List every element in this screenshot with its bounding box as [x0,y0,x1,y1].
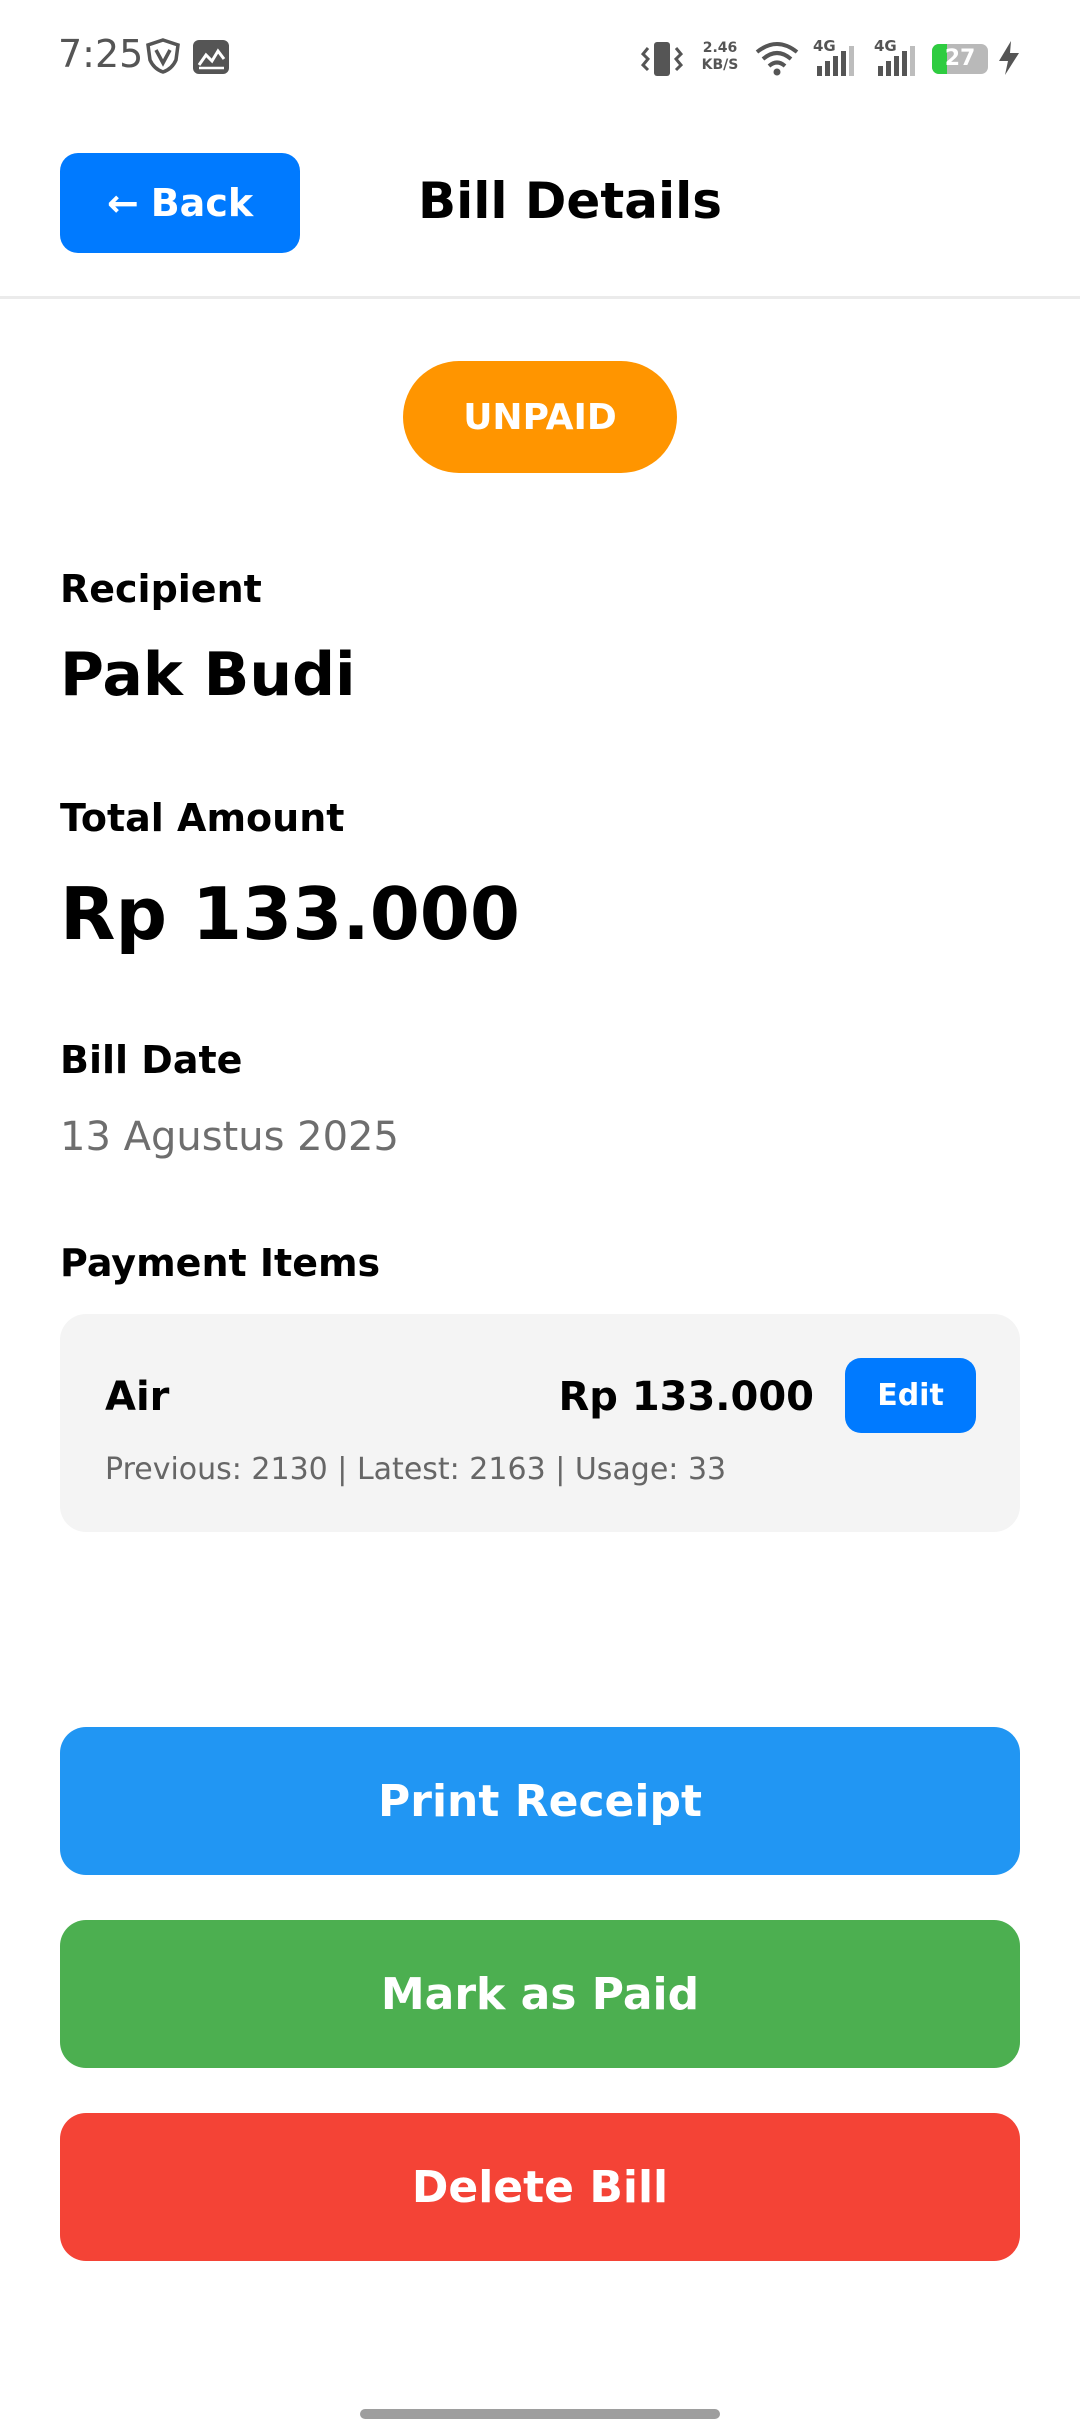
delete-bill-button[interactable]: Delete Bill [60,2113,1020,2261]
page-title: Bill Details [417,172,723,230]
signal-icon: 4G [874,38,915,76]
status-time: 7:25 [58,32,144,76]
status-bar: 7:25 2.46 KB/S 4G 4G 27 [0,0,1080,120]
payment-item-card: Air Rp 133.000 Edit Previous: 2130 | Lat… [60,1314,1020,1532]
total-amount-label: Total Amount [60,796,345,840]
header: ← Back Bill Details [0,120,1080,299]
recipient-name: Pak Budi [60,640,356,710]
signal-2-label: 4G [874,38,897,55]
home-indicator[interactable] [360,2409,720,2419]
vpn-shield-icon [146,38,180,74]
charging-icon [999,41,1019,75]
bill-date-value: 13 Agustus 2025 [60,1114,399,1160]
edit-item-button[interactable]: Edit [845,1358,976,1433]
vibrate-icon [640,42,684,76]
battery-level: 27 [944,46,976,71]
recipient-label: Recipient [60,567,262,611]
network-speed-unit: KB/S [701,57,739,73]
status-badge: UNPAID [403,361,677,473]
battery-icon: 27 [932,44,988,74]
payment-item-details: Previous: 2130 | Latest: 2163 | Usage: 3… [105,1452,727,1487]
signal-icon: 4G [813,38,854,76]
wifi-icon [755,42,799,76]
payment-item-amount: Rp 133.000 [558,1374,814,1420]
payment-items-label: Payment Items [60,1241,381,1285]
bill-date-label: Bill Date [60,1038,243,1082]
total-amount-value: Rp 133.000 [60,872,520,956]
back-arrow-icon: ← [106,181,139,225]
bill-details-screen: 7:25 2.46 KB/S 4G 4G 27 ← Back Bill Deta… [0,0,1080,2436]
gallery-icon [193,40,229,74]
back-button[interactable]: ← Back [60,153,300,253]
network-speed-value: 2.46 [702,40,738,56]
back-button-label: Back [150,181,254,225]
payment-item-name: Air [105,1374,170,1420]
network-speed: 2.46 KB/S [699,40,741,74]
signal-1-label: 4G [813,38,836,55]
mark-as-paid-button[interactable]: Mark as Paid [60,1920,1020,2068]
print-receipt-button[interactable]: Print Receipt [60,1727,1020,1875]
